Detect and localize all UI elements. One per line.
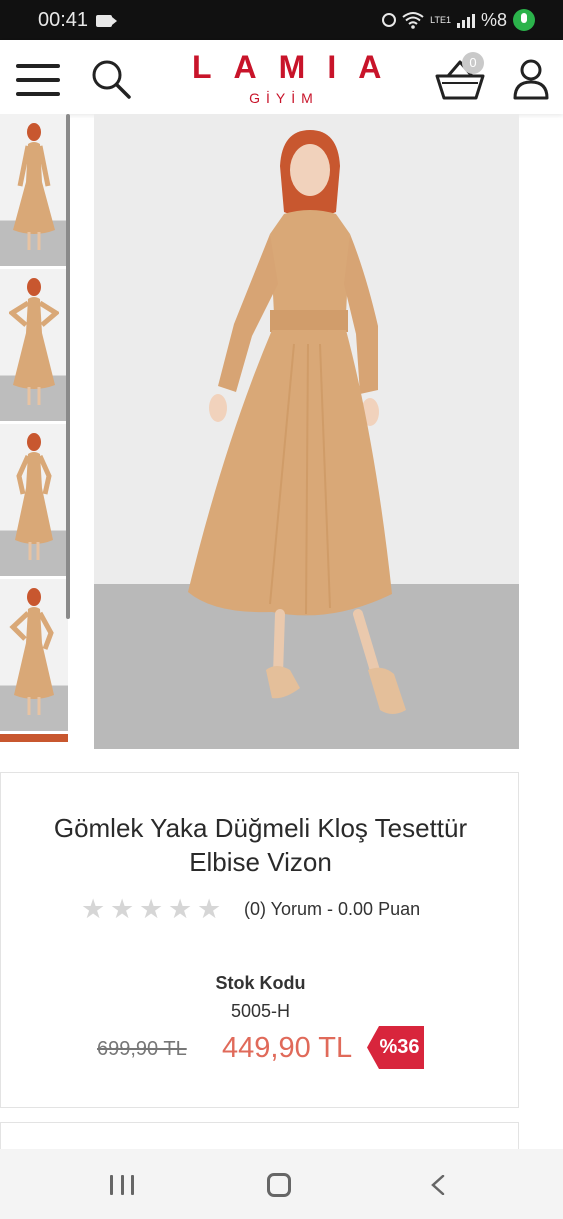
search-icon[interactable] xyxy=(90,58,132,100)
battery-level: %8 xyxy=(480,9,507,30)
status-bar: 00:41 LTE1 %8 xyxy=(0,0,563,40)
wifi-icon xyxy=(402,12,424,29)
thumbnail-scrollbar[interactable] xyxy=(66,114,70,619)
rating-summary[interactable]: (0) Yorum - 0.00 Puan xyxy=(244,899,420,920)
thumbnail-figure xyxy=(15,433,53,560)
cart-button[interactable]: 0 xyxy=(434,52,486,102)
old-price: 699,90 TL xyxy=(97,1038,187,1060)
thumbnail-figure xyxy=(13,123,55,250)
thumbnail-image[interactable] xyxy=(0,424,68,576)
star-icon[interactable]: ★ xyxy=(81,896,106,923)
home-icon[interactable] xyxy=(267,1173,291,1197)
star-icon[interactable]: ★ xyxy=(110,896,135,923)
stock-code-value: 5005-H xyxy=(230,1001,291,1021)
sale-price: 449,90 TL xyxy=(222,1032,353,1064)
discount-badge: %36 xyxy=(367,1026,424,1069)
rating-row[interactable]: ★ ★ ★ ★ ★ (0) Yorum - 0.00 Puan xyxy=(81,896,420,923)
site-header: LAMIA GİYİM 0 xyxy=(0,40,563,114)
thumbnail-image[interactable] xyxy=(0,269,68,421)
user-icon[interactable] xyxy=(512,58,550,100)
status-icons: LTE1 %8 xyxy=(382,8,535,32)
star-icon[interactable]: ★ xyxy=(168,896,193,923)
brand-logo[interactable]: LAMIA GİYİM xyxy=(170,50,392,106)
stock-code-label: Stok Kodu xyxy=(215,973,306,993)
product-title: Gömlek Yaka Düğmeli Kloş Tesettür Elbise… xyxy=(53,813,468,877)
thumbnail-image[interactable] xyxy=(0,114,68,266)
thumbnail-image[interactable] xyxy=(0,579,68,731)
star-icon[interactable]: ★ xyxy=(139,896,164,923)
signal-icon xyxy=(456,12,475,28)
menu-icon[interactable] xyxy=(16,64,60,96)
network-label: LTE1 xyxy=(430,15,451,25)
recent-apps-icon[interactable] xyxy=(110,1175,134,1195)
thumbnail-figure xyxy=(9,278,59,405)
logo-text: LAMIA xyxy=(192,49,404,85)
alarm-icon xyxy=(382,13,397,27)
microphone-icon xyxy=(513,9,535,31)
thumbnail-figure xyxy=(9,588,54,715)
product-info-panel: Gömlek Yaka Düğmeli Kloş Tesettür Elbise… xyxy=(0,772,519,1108)
thumbnail-image[interactable] xyxy=(0,734,68,742)
back-icon[interactable] xyxy=(430,1175,446,1195)
status-time: 00:41 xyxy=(38,9,89,31)
cart-count-badge: 0 xyxy=(462,52,484,74)
thumbnail-strip[interactable] xyxy=(0,114,72,742)
star-icon[interactable]: ★ xyxy=(197,896,222,923)
video-camera-icon xyxy=(96,15,117,27)
product-main-image[interactable] xyxy=(94,114,519,749)
dress-model-illustration xyxy=(188,130,406,714)
system-nav-bar xyxy=(0,1149,563,1219)
logo-subtext: GİYİM xyxy=(249,90,319,106)
